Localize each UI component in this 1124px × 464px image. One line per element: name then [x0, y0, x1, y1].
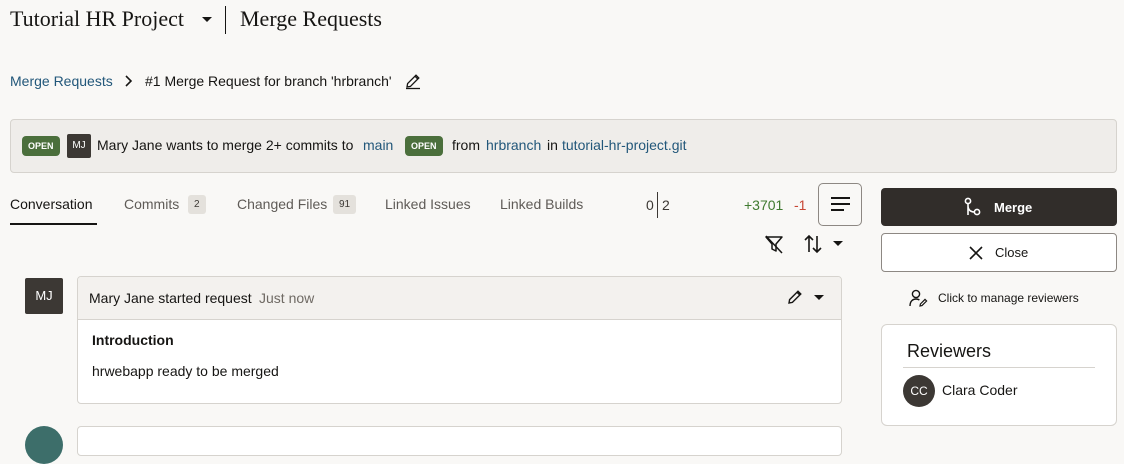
next-comment-card [77, 426, 842, 456]
hamburger-menu-icon[interactable] [818, 183, 862, 226]
manage-reviewers-label: Click to manage reviewers [938, 291, 1079, 305]
close-icon [969, 245, 983, 260]
close-button[interactable]: Close [881, 233, 1117, 272]
merge-button-label: Merge [994, 199, 1033, 215]
source-branch-link[interactable]: hrbranch [486, 137, 541, 153]
target-status-badge: OPEN [405, 136, 443, 156]
reviewers-divider [903, 367, 1095, 368]
page-title: Merge Requests [240, 6, 382, 31]
comment-author-avatar: MJ [25, 278, 63, 314]
project-chevron-down-icon[interactable] [202, 17, 212, 22]
user-manage-icon [909, 289, 928, 307]
commits-count-badge: 2 [188, 195, 206, 214]
tab-active-indicator [10, 223, 97, 225]
deletions-count: -1 [794, 197, 807, 213]
comment-author-text: Mary Jane started request [89, 290, 252, 306]
banner-from-text: from [452, 137, 480, 153]
approval-ratio-right: 2 [662, 197, 670, 213]
tab-conversation[interactable]: Conversation [10, 196, 93, 212]
sort-chevron-down-icon[interactable] [833, 241, 843, 246]
changed-files-count-badge: 91 [333, 195, 357, 214]
reviewers-title: Reviewers [907, 341, 992, 361]
repository-link[interactable]: tutorial-hr-project.git [562, 137, 687, 153]
chevron-right-icon [125, 75, 133, 87]
merge-button[interactable]: Merge [881, 188, 1117, 226]
status-badge: OPEN [22, 136, 60, 156]
ratio-divider [657, 192, 658, 218]
banner-in-text: in [547, 137, 558, 153]
merge-icon [964, 197, 981, 216]
additions-count: +3701 [744, 197, 784, 213]
pencil-icon[interactable] [404, 72, 422, 90]
tab-linked-builds[interactable]: Linked Builds [500, 196, 583, 212]
author-avatar: MJ [67, 134, 91, 158]
sort-icon[interactable] [803, 233, 823, 255]
manage-reviewers-link[interactable]: Click to manage reviewers [908, 288, 1079, 308]
comment-heading: Introduction [92, 332, 174, 348]
pencil-icon[interactable] [786, 288, 804, 306]
comment-body: hrwebapp ready to be merged [92, 363, 279, 379]
tab-linked-issues[interactable]: Linked Issues [385, 196, 471, 212]
comment-timestamp: Just now [259, 290, 315, 306]
tab-changed-files[interactable]: Changed Files [237, 196, 327, 212]
reviewer-avatar: CC [903, 375, 935, 407]
tab-commits[interactable]: Commits [124, 196, 179, 212]
close-button-label: Close [995, 245, 1029, 260]
breadcrumb-current: #1 Merge Request for branch 'hrbranch' [145, 73, 392, 89]
reviewer-name: Clara Coder [942, 382, 1018, 398]
banner-message: Mary Jane wants to merge 2+ commits to [97, 137, 354, 153]
next-comment-avatar [25, 426, 63, 464]
comment-chevron-down-icon[interactable] [814, 295, 824, 300]
target-branch-link[interactable]: main [363, 137, 393, 153]
breadcrumb-merge-requests-link[interactable]: Merge Requests [10, 73, 113, 89]
header-divider [225, 6, 226, 34]
approval-ratio-left: 0 [646, 197, 654, 213]
filter-off-icon[interactable] [763, 233, 785, 255]
project-title[interactable]: Tutorial HR Project [10, 6, 184, 32]
